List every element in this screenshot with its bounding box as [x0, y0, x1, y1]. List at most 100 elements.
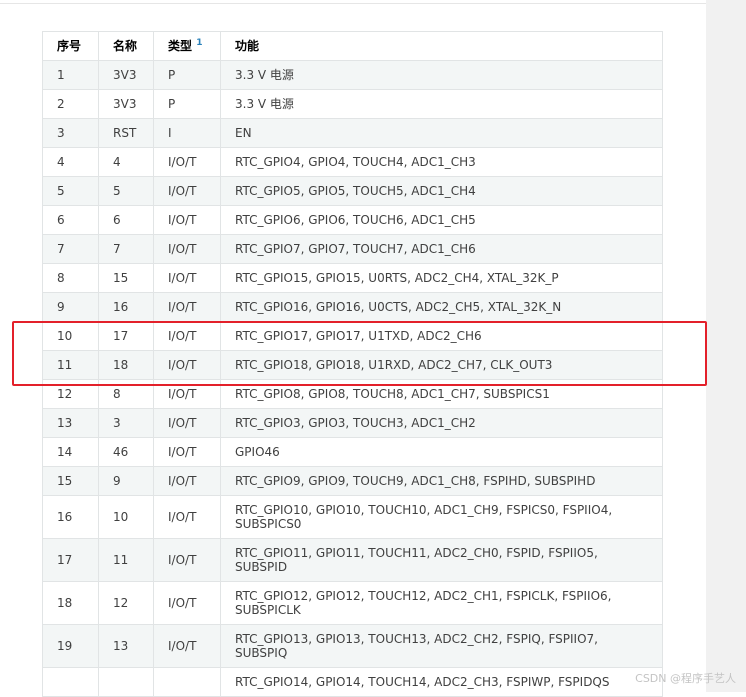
cell-name: 5 — [98, 176, 154, 206]
cell-name: 16 — [98, 292, 154, 322]
table-row: 13 3 I/O/T RTC_GPIO3, GPIO3, TOUCH3, ADC1_C… — [42, 408, 663, 438]
table-row: 17 11 I/O/T RTC_GPIO11, GPIO11, TOUCH11, AD… — [42, 538, 663, 582]
cell-type: I/O/T — [153, 495, 221, 539]
cell-function: RTC_GPIO11, GPIO11, TOUCH11, ADC2_CH0, F… — [220, 538, 663, 582]
cell-name: 8 — [98, 379, 154, 409]
cell-type: I/O/T — [153, 321, 221, 351]
header-name: 名称 — [98, 31, 154, 61]
cell-name: 12 — [98, 581, 154, 625]
cell-function: 3.3 V 电源 — [220, 89, 663, 119]
cell-name: 11 — [98, 538, 154, 582]
cell-index: 19 — [42, 624, 99, 668]
cell-type: I/O/T — [153, 581, 221, 625]
cell-name: 18 — [98, 350, 154, 380]
cell-type: I/O/T — [153, 624, 221, 668]
cell-type: I/O/T — [153, 176, 221, 206]
cell-index: 6 — [42, 205, 99, 235]
cell-name: 4 — [98, 147, 154, 177]
table-row: 14 46 I/O/T GPIO46 — [42, 437, 663, 467]
cell-name: 46 — [98, 437, 154, 467]
cell-function: RTC_GPIO5, GPIO5, TOUCH5, ADC1_CH4 — [220, 176, 663, 206]
cell-name: 9 — [98, 466, 154, 496]
table-row: 5 5 I/O/T RTC_GPIO5, GPIO5, TOUCH5, ADC1_CH… — [42, 176, 663, 206]
cell-function: RTC_GPIO18, GPIO18, U1RXD, ADC2_CH7, CLK… — [220, 350, 663, 380]
cell-type: P — [153, 89, 221, 119]
cell-name: 3V3 — [98, 89, 154, 119]
cell-function: RTC_GPIO16, GPIO16, U0CTS, ADC2_CH5, XTA… — [220, 292, 663, 322]
table-row: 16 10 I/O/T RTC_GPIO10, GPIO10, TOUCH10, AD… — [42, 495, 663, 539]
cell-index: 8 — [42, 263, 99, 293]
table-row: 19 13 I/O/T RTC_GPIO13, GPIO13, TOUCH13, AD… — [42, 624, 663, 668]
csdn-watermark: CSDN @程序手艺人 — [635, 672, 736, 685]
cell-function: RTC_GPIO13, GPIO13, TOUCH13, ADC2_CH2, F… — [220, 624, 663, 668]
cell-type: I/O/T — [153, 408, 221, 438]
cell-index: 10 — [42, 321, 99, 351]
table-header-row: 序号 名称 类型 1 功能 — [42, 31, 663, 61]
cell-name: 10 — [98, 495, 154, 539]
cell-name: 3V3 — [98, 60, 154, 90]
table-row: 2 3V3 P 3.3 V 电源 — [42, 89, 663, 119]
table-row: 12 8 I/O/T RTC_GPIO8, GPIO8, TOUCH8, ADC1_C… — [42, 379, 663, 409]
cell-name: RST — [98, 118, 154, 148]
cell-index: 2 — [42, 89, 99, 119]
cell-index — [42, 667, 99, 697]
cell-type: I/O/T — [153, 205, 221, 235]
cell-index: 16 — [42, 495, 99, 539]
cell-function: RTC_GPIO7, GPIO7, TOUCH7, ADC1_CH6 — [220, 234, 663, 264]
header-type-label: 类型 — [168, 39, 193, 53]
cell-function: GPIO46 — [220, 437, 663, 467]
table-row: 11 18 I/O/T RTC_GPIO18, GPIO18, U1RXD, ADC2… — [42, 350, 663, 380]
cell-function: RTC_GPIO17, GPIO17, U1TXD, ADC2_CH6 — [220, 321, 663, 351]
cell-type: I/O/T — [153, 538, 221, 582]
table-row: 6 6 I/O/T RTC_GPIO6, GPIO6, TOUCH6, ADC1_CH… — [42, 205, 663, 235]
cell-index: 5 — [42, 176, 99, 206]
cell-name: 7 — [98, 234, 154, 264]
cell-type: I — [153, 118, 221, 148]
cell-function: RTC_GPIO3, GPIO3, TOUCH3, ADC1_CH2 — [220, 408, 663, 438]
table-row: 7 7 I/O/T RTC_GPIO7, GPIO7, TOUCH7, ADC1_CH… — [42, 234, 663, 264]
table-row: 15 9 I/O/T RTC_GPIO9, GPIO9, TOUCH9, ADC1_C… — [42, 466, 663, 496]
cell-index: 17 — [42, 538, 99, 582]
cell-type: I/O/T — [153, 379, 221, 409]
cell-type: I/O/T — [153, 147, 221, 177]
cell-function: RTC_GPIO10, GPIO10, TOUCH10, ADC1_CH9, F… — [220, 495, 663, 539]
cell-type: I/O/T — [153, 263, 221, 293]
cell-type: I/O/T — [153, 350, 221, 380]
table-body: 1 3V3 P 3.3 V 电源 2 3V3 P 3.3 V 电源 3 RST I EN 4 4 I/O/T… — [42, 60, 663, 697]
cell-index: 14 — [42, 437, 99, 467]
table-row: 8 15 I/O/T RTC_GPIO15, GPIO15, U0RTS, ADC2_… — [42, 263, 663, 293]
top-divider — [0, 0, 706, 4]
cell-index: 12 — [42, 379, 99, 409]
table-row: 10 17 I/O/T RTC_GPIO17, GPIO17, U1TXD, ADC2… — [42, 321, 663, 351]
cell-index: 11 — [42, 350, 99, 380]
header-type: 类型 1 — [153, 31, 221, 61]
cell-name — [98, 667, 154, 697]
cell-function: RTC_GPIO8, GPIO8, TOUCH8, ADC1_CH7, SUBS… — [220, 379, 663, 409]
cell-type: I/O/T — [153, 234, 221, 264]
table-row: RTC_GPIO14, GPIO14, TOUCH14, ADC2_CH3, F… — [42, 667, 663, 697]
cell-name: 3 — [98, 408, 154, 438]
cell-name: 13 — [98, 624, 154, 668]
table-row: 4 4 I/O/T RTC_GPIO4, GPIO4, TOUCH4, ADC1_CH… — [42, 147, 663, 177]
table-row: 1 3V3 P 3.3 V 电源 — [42, 60, 663, 90]
cell-function: RTC_GPIO9, GPIO9, TOUCH9, ADC1_CH8, FSPI… — [220, 466, 663, 496]
cell-function: RTC_GPIO12, GPIO12, TOUCH12, ADC2_CH1, F… — [220, 581, 663, 625]
cell-name: 17 — [98, 321, 154, 351]
cell-type — [153, 667, 221, 697]
cell-function: EN — [220, 118, 663, 148]
cell-index: 15 — [42, 466, 99, 496]
table-row: 9 16 I/O/T RTC_GPIO16, GPIO16, U0CTS, ADC2_… — [42, 292, 663, 322]
cell-function: RTC_GPIO14, GPIO14, TOUCH14, ADC2_CH3, F… — [220, 667, 663, 697]
cell-index: 4 — [42, 147, 99, 177]
cell-index: 9 — [42, 292, 99, 322]
footnote-link[interactable]: 1 — [196, 38, 202, 48]
page-gutter — [706, 0, 746, 692]
cell-name: 15 — [98, 263, 154, 293]
cell-function: 3.3 V 电源 — [220, 60, 663, 90]
cell-function: RTC_GPIO6, GPIO6, TOUCH6, ADC1_CH5 — [220, 205, 663, 235]
cell-type: I/O/T — [153, 437, 221, 467]
cell-type: I/O/T — [153, 466, 221, 496]
cell-index: 1 — [42, 60, 99, 90]
cell-name: 6 — [98, 205, 154, 235]
cell-type: I/O/T — [153, 292, 221, 322]
